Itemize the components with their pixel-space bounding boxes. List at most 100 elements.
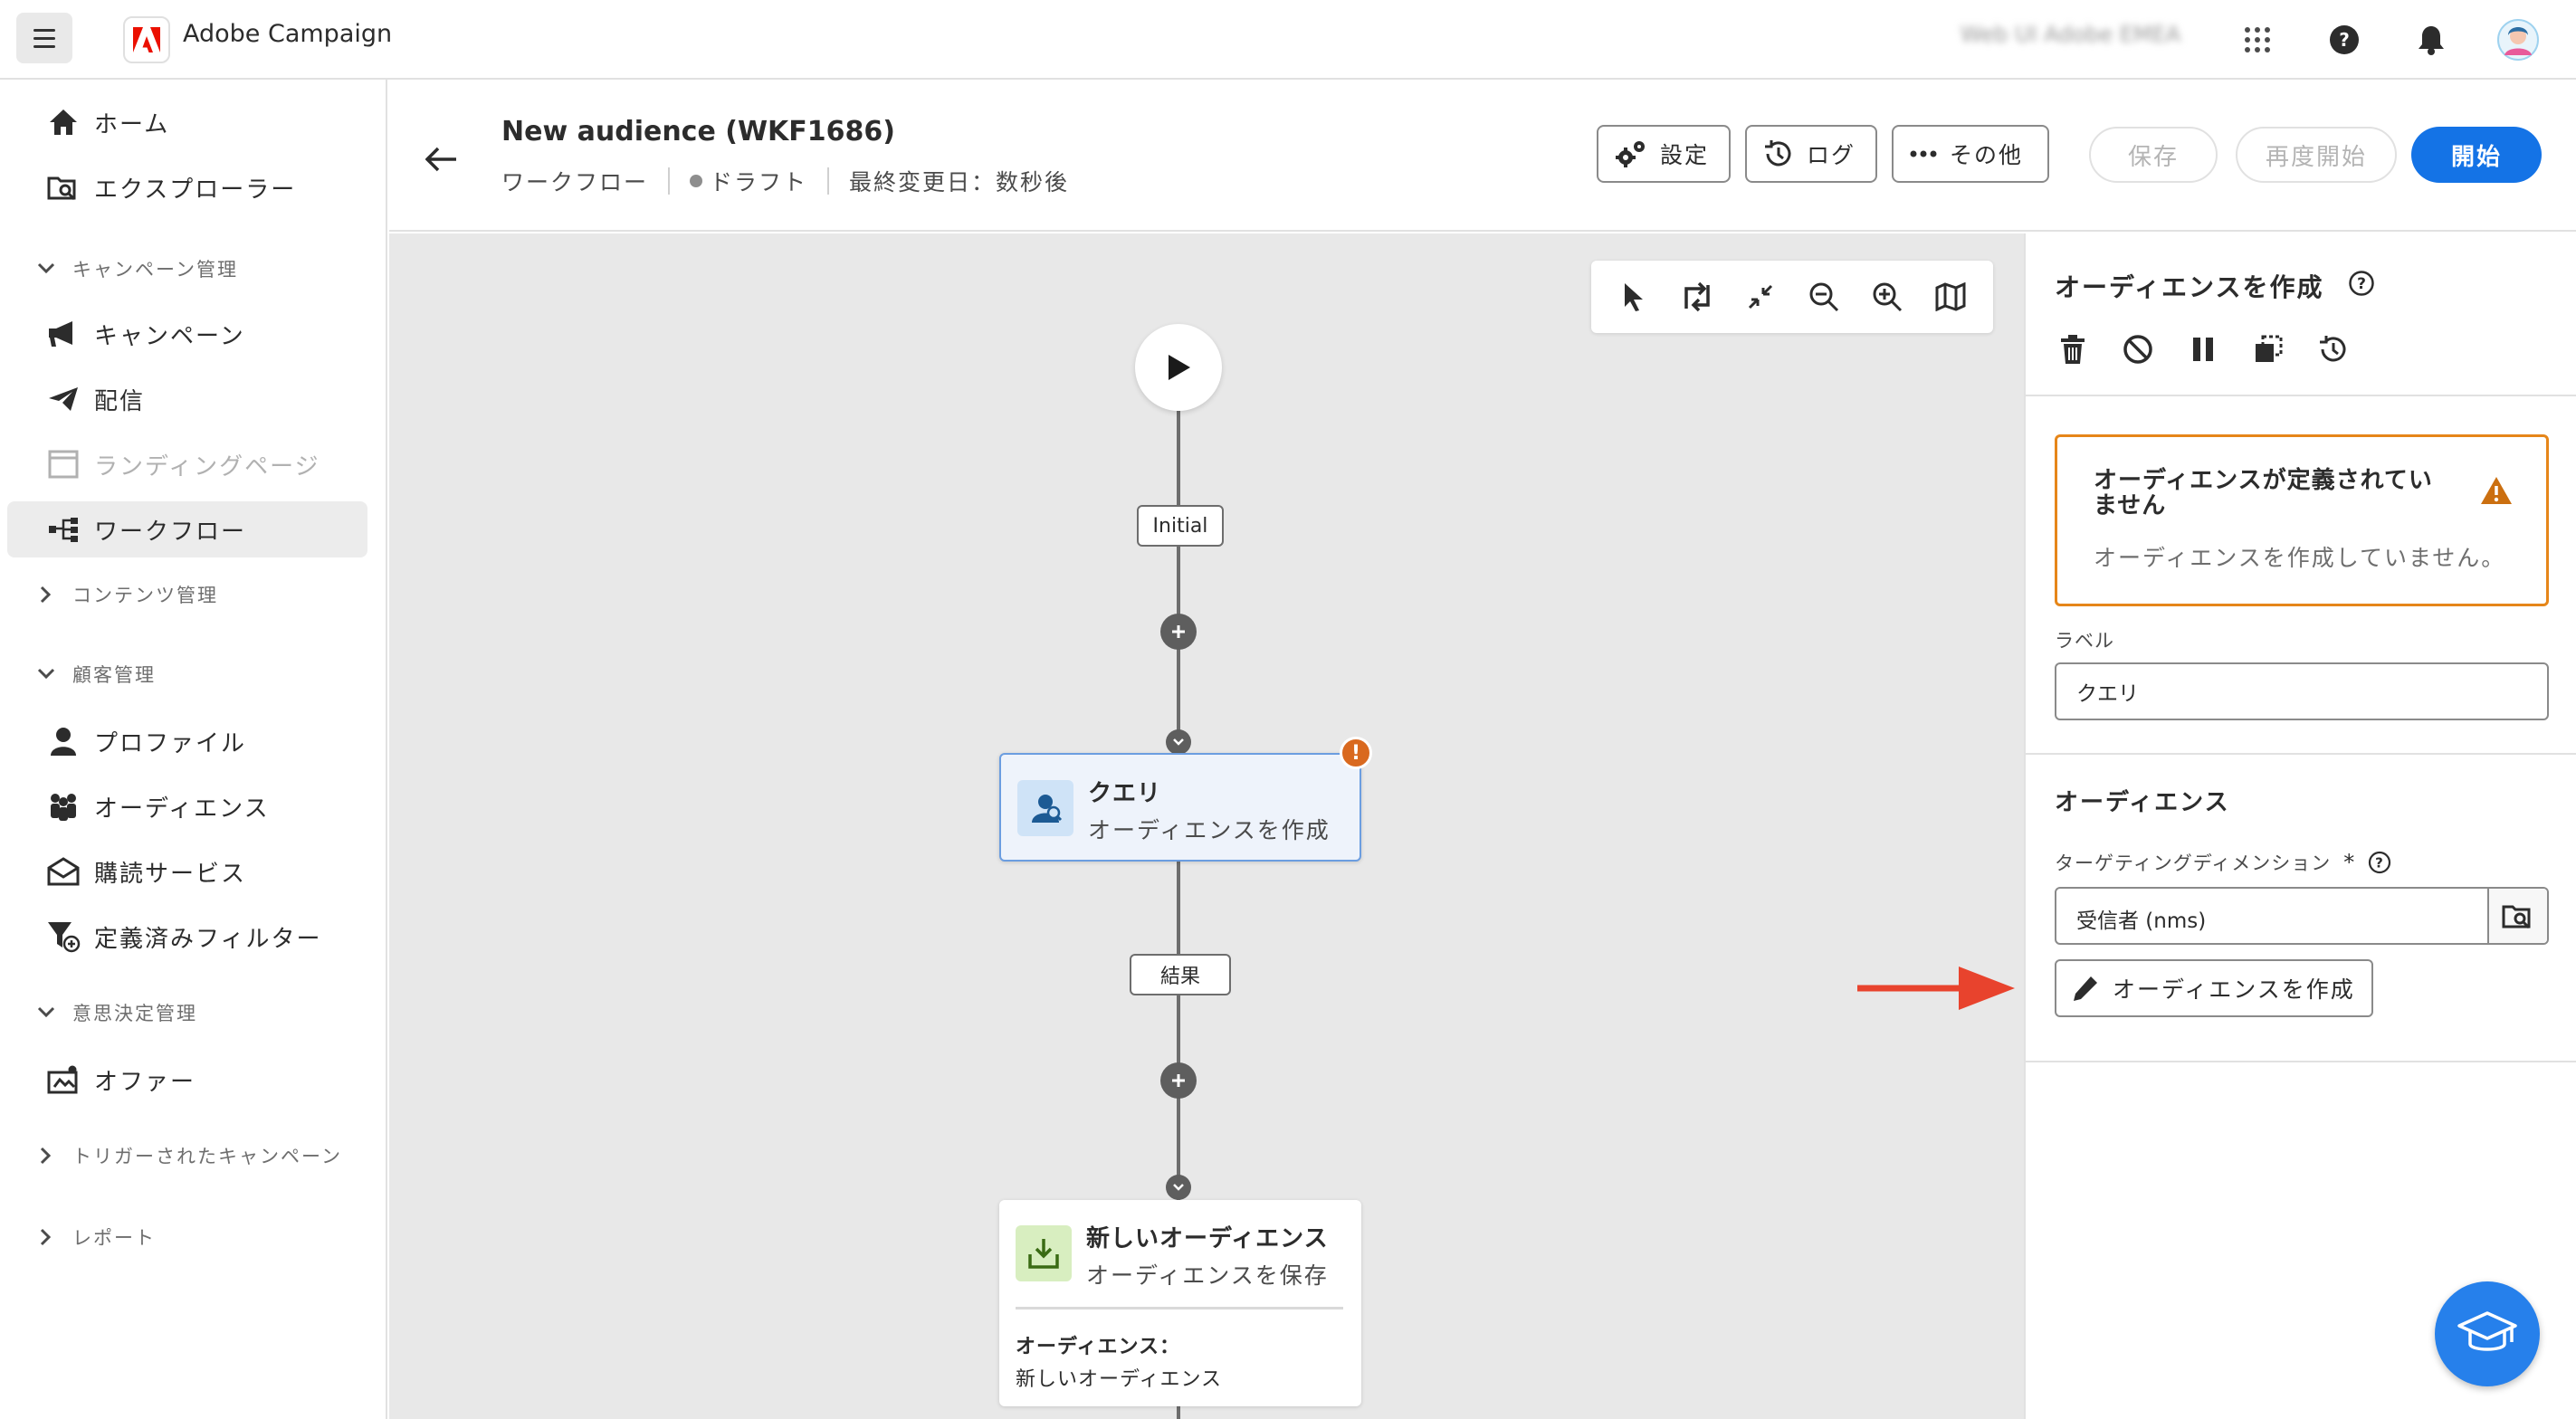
back-button[interactable] bbox=[420, 138, 463, 181]
sidebar-item-workflows[interactable]: ワークフロー bbox=[7, 501, 367, 557]
activity-subtitle: オーディエンスを保存 bbox=[1086, 1262, 1329, 1289]
save-audience-activity-node[interactable]: 新しいオーディエンス オーディエンスを保存 オーディエンス： 新しいオーディエン… bbox=[999, 1200, 1361, 1406]
warning-alert: オーディエンスが定義されていません オーディエンスを作成していません。 bbox=[2055, 434, 2549, 606]
user-avatar[interactable] bbox=[2496, 18, 2540, 62]
help-circle-icon[interactable]: ? bbox=[2348, 270, 2375, 297]
megaphone-icon bbox=[45, 316, 81, 352]
svg-text:?: ? bbox=[2339, 29, 2350, 51]
sidebar-item-home[interactable]: ホーム bbox=[7, 94, 367, 150]
sidebar-item-label: 配信 bbox=[94, 387, 146, 415]
section-label: 顧客管理 bbox=[72, 664, 156, 686]
offer-icon bbox=[45, 1062, 81, 1098]
pause-icon[interactable] bbox=[2185, 331, 2221, 367]
section-campaign-management[interactable]: キャンペーン管理 bbox=[33, 255, 238, 282]
sidebar-item-label: ホーム bbox=[94, 110, 170, 138]
panel-title: オーディエンスを作成 bbox=[2055, 272, 2324, 302]
svg-text:?: ? bbox=[2375, 855, 2384, 871]
start-node[interactable] bbox=[1135, 324, 1222, 411]
pencil-icon bbox=[2071, 974, 2100, 1003]
sidebar-item-subscription-services[interactable]: 購読サービス bbox=[7, 843, 367, 900]
connector-chevron bbox=[1166, 729, 1191, 755]
minimap-icon[interactable] bbox=[1929, 275, 1972, 319]
sidebar-item-explorer[interactable]: エクスプローラー bbox=[7, 159, 367, 215]
org-switcher[interactable]: Web UI Adobe EMEA bbox=[1961, 22, 2180, 47]
section-label: トリガーされたキャンペーン bbox=[72, 1146, 342, 1167]
audience-field-value: 新しいオーディエンス bbox=[1016, 1368, 1223, 1391]
targeting-label-text: ターゲティングディメンション bbox=[2055, 852, 2332, 874]
logs-button[interactable]: ログ bbox=[1745, 125, 1877, 183]
chevron-right-icon bbox=[33, 1142, 60, 1169]
section-reports[interactable]: レポート bbox=[33, 1224, 156, 1251]
targeting-dimension-label: ターゲティングディメンション * ? bbox=[2055, 849, 2391, 876]
section-triggered-campaigns[interactable]: トリガーされたキャンペーン bbox=[33, 1142, 342, 1169]
sidebar-item-predefined-filters[interactable]: 定義済みフィルター bbox=[7, 909, 367, 965]
help-circle-icon[interactable]: ? bbox=[2368, 851, 2391, 874]
gears-icon bbox=[1615, 139, 1647, 168]
sidebar-item-label: ワークフロー bbox=[94, 518, 247, 546]
zoom-in-icon[interactable] bbox=[1865, 275, 1909, 319]
sidebar-item-profiles[interactable]: プロファイル bbox=[7, 713, 367, 769]
top-bar: Adobe Campaign Web UI Adobe EMEA ? bbox=[0, 0, 2576, 80]
activity-properties-panel: オーディエンスを作成 ? オーディエンスが定義されていません オーディエンスを作… bbox=[2024, 233, 2576, 1419]
more-button[interactable]: その他 bbox=[1892, 125, 2049, 183]
add-activity-button[interactable] bbox=[1160, 1062, 1197, 1099]
apps-grid-icon[interactable] bbox=[2236, 18, 2279, 62]
plus-icon bbox=[1172, 625, 1185, 638]
annotation-arrow-icon bbox=[1857, 963, 2017, 1017]
divider bbox=[2026, 395, 2576, 396]
alert-title: オーディエンスが定義されていません bbox=[2094, 467, 2433, 519]
last-modified: 最終変更日：数秒後 bbox=[849, 169, 1070, 195]
section-customer-management[interactable]: 顧客管理 bbox=[33, 661, 156, 688]
sidebar-item-label: オーディエンス bbox=[94, 795, 270, 823]
browse-button[interactable] bbox=[2487, 889, 2547, 943]
zoom-out-icon[interactable] bbox=[1802, 275, 1846, 319]
pointer-select-icon[interactable] bbox=[1612, 275, 1655, 319]
settings-button[interactable]: 設定 bbox=[1597, 125, 1731, 183]
targeting-dimension-picker[interactable]: 受信者 (nms) bbox=[2055, 887, 2549, 945]
audience-section-title: オーディエンス bbox=[2055, 789, 2230, 816]
workflow-header: New audience (WKF1686) ワークフロー ドラフト 最終変更日… bbox=[389, 81, 2576, 232]
save-button[interactable]: 保存 bbox=[2089, 127, 2218, 183]
sidebar-item-deliveries[interactable]: 配信 bbox=[7, 371, 367, 427]
home-icon bbox=[45, 104, 81, 140]
copy-icon[interactable] bbox=[2250, 331, 2286, 367]
activity-subtitle: オーディエンスを作成 bbox=[1088, 817, 1331, 843]
help-icon[interactable]: ? bbox=[2323, 18, 2366, 62]
start-button[interactable]: 開始 bbox=[2411, 127, 2542, 183]
sidebar-item-campaigns[interactable]: キャンペーン bbox=[7, 306, 367, 362]
sidebar-item-label: オファー bbox=[94, 1068, 196, 1096]
audience-field-label: オーディエンス： bbox=[1016, 1336, 1181, 1358]
workflow-meta: ワークフロー ドラフト 最終変更日：数秒後 bbox=[501, 165, 1069, 197]
learn-help-button[interactable] bbox=[2435, 1281, 2540, 1386]
history-icon[interactable] bbox=[2315, 331, 2352, 367]
label-input[interactable]: クエリ bbox=[2055, 662, 2549, 720]
query-activity-node[interactable]: クエリ オーディエンスを作成 bbox=[999, 753, 1361, 862]
transition-label-initial[interactable]: Initial bbox=[1137, 505, 1224, 547]
trash-icon[interactable] bbox=[2055, 331, 2091, 367]
explorer-icon bbox=[45, 169, 81, 205]
chevron-right-icon bbox=[33, 1224, 60, 1251]
notification-bell-icon[interactable] bbox=[2409, 18, 2453, 62]
build-audience-button[interactable]: オーディエンスを作成 bbox=[2055, 959, 2373, 1017]
workflow-canvas[interactable]: Initial クエリ オーディエンスを作成 ! 結果 新しいオーディエンス オ… bbox=[389, 233, 2024, 1419]
subscription-icon bbox=[45, 853, 81, 890]
sidebar-item-landing-pages[interactable]: ランディングページ bbox=[7, 436, 367, 492]
transition-label-result[interactable]: 結果 bbox=[1130, 954, 1231, 995]
activity-name: 新しいオーディエンス bbox=[1086, 1225, 1329, 1252]
sidebar-item-offers[interactable]: オファー bbox=[7, 1052, 367, 1108]
connector-chevron bbox=[1166, 1175, 1191, 1200]
add-activity-button[interactable] bbox=[1160, 614, 1197, 650]
layout-arrows-icon[interactable] bbox=[1675, 275, 1719, 319]
restart-button[interactable]: 再度開始 bbox=[2236, 127, 2397, 183]
fit-to-screen-icon[interactable] bbox=[1739, 275, 1782, 319]
section-decision-management[interactable]: 意思決定管理 bbox=[33, 999, 197, 1026]
menu-toggle-button[interactable] bbox=[16, 13, 72, 63]
folder-search-icon bbox=[2502, 905, 2531, 929]
disable-icon[interactable] bbox=[2120, 331, 2156, 367]
sidebar-item-audiences[interactable]: オーディエンス bbox=[7, 778, 367, 834]
canvas-toolbar bbox=[1591, 261, 1993, 333]
sidebar: ホーム エクスプローラー キャンペーン管理 キャンペーン 配信 ランディングペー… bbox=[0, 80, 387, 1419]
sidebar-item-label: キャンペーン bbox=[94, 322, 245, 350]
alert-triangle-icon bbox=[2479, 475, 2514, 510]
section-content-management[interactable]: コンテンツ管理 bbox=[33, 581, 218, 608]
